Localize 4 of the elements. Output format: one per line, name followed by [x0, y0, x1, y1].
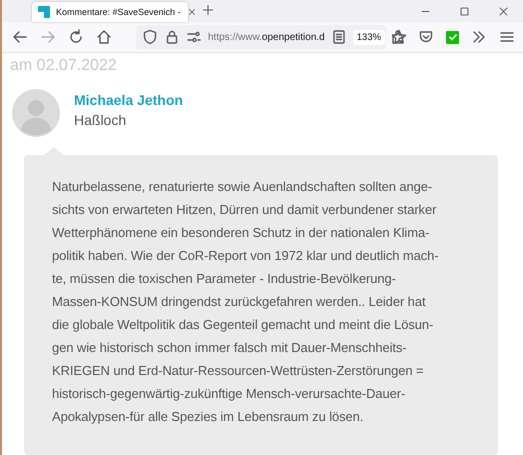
- zoom-level[interactable]: 133%: [352, 30, 386, 44]
- url-text[interactable]: https://www.openpetition.d: [208, 32, 325, 42]
- author-location: Haßloch: [74, 112, 128, 128]
- comment-text: Naturbelassene, renaturierte sowie Auenlandschaften sollten ange- sichts von erwarteten Hitzen, Dürren und damit verbundener starker Wetterphänomene ein besonderen Schutz in der nationalen Klima- politik haben. Wie der CoR-Report von 1972 klar und deutlich mach- te, müssen die toxischen Parameter - Industrie-Bevölkerung- Massen-KONSUM dringendst zurückgefahren werden.. Leider hat die globale Weltpolitik das Gegenteil gemacht und meint die Lösun- gen wie historisch schon immer falsch mit Dauer-Menschheits- KRIEGEN und Erd-Natur-Ressourcen-Wettrüsten-Zerstörungen = historisch-gegenwärtig-zukünftige Mensch-verursachte-Dauer- Apokalypsen-für alle Spezies im Lebensraum zu lösen.: [52, 178, 440, 426]
